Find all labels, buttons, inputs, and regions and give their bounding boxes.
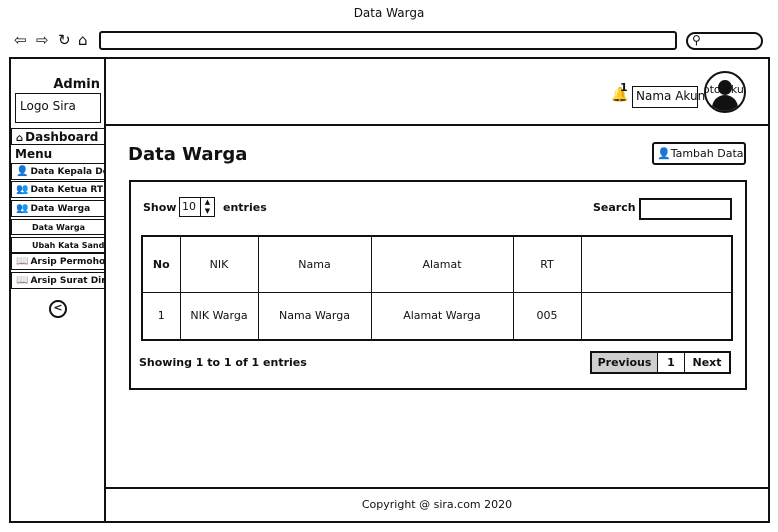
user-icon: 👤 xyxy=(16,166,29,177)
footer: Copyright @ sira.com 2020 xyxy=(106,487,768,521)
entries-value: 10 xyxy=(182,200,196,213)
topbar: 🔔 1 Nama Akun foto akun xyxy=(106,59,768,126)
forward-arrow-icon[interactable]: ⇨ xyxy=(36,31,49,49)
sidebar-subitem-ubah-kata-sandi[interactable]: Ubah Kata Sandi Warga xyxy=(11,237,106,253)
admin-label: Admin xyxy=(53,77,100,92)
users-icon: 👥 xyxy=(16,184,29,195)
sidebar-item-arsip-surat-dinas[interactable]: 📖Arsip Surat Dinas xyxy=(11,272,106,289)
address-bar[interactable] xyxy=(99,31,677,50)
avatar-label: foto akun xyxy=(706,83,744,96)
collapse-sidebar-icon[interactable]: < xyxy=(49,300,67,318)
table-row: 1 NIK Warga Nama Warga Alamat Warga 005 xyxy=(141,291,733,341)
home-icon[interactable]: ⌂ xyxy=(78,31,88,49)
account-name[interactable]: Nama Akun xyxy=(632,86,705,108)
table-cell: 005 xyxy=(512,291,582,341)
notification-count: 1 xyxy=(620,81,628,94)
previous-button[interactable]: Previous xyxy=(592,353,658,372)
sidebar: Admin Logo Sira ⌂ Dashboard Menu 👤 Data Ke… xyxy=(11,59,106,521)
table-cell: Nama Warga xyxy=(257,291,372,341)
table-info: Showing 1 to 1 of 1 entries xyxy=(139,356,307,369)
sidebar-item-data-ketua-rt[interactable]: 👥 Data Ketua RT xyxy=(11,181,106,198)
sidebar-item-label: Arsip Surat Dinas xyxy=(30,276,105,286)
table-cell: NIK Warga xyxy=(179,291,259,341)
avatar-body xyxy=(712,95,738,111)
book-icon: 📖 xyxy=(16,256,29,267)
book-icon: 📖 xyxy=(16,275,29,286)
column-header-nik: NIK xyxy=(179,235,259,293)
users-icon: 👥 xyxy=(16,203,29,214)
add-data-button[interactable]: 👤Tambah Data xyxy=(652,142,746,165)
avatar[interactable]: foto akun xyxy=(704,71,746,113)
entries-stepper[interactable]: 10 ▲ ▼ xyxy=(179,197,215,217)
sidebar-item-label: Data Kepala Desa xyxy=(30,167,105,177)
sidebar-subitem-data-warga[interactable]: Data Warga xyxy=(11,219,106,235)
user-icon: 👤 xyxy=(657,147,671,160)
page-title: Data Warga xyxy=(128,144,248,165)
table-header-row: No NIK Nama Alamat RT xyxy=(141,235,733,293)
back-arrow-icon[interactable]: ⇦ xyxy=(14,31,27,49)
column-header-rt: RT xyxy=(512,235,582,293)
sidebar-item-label: Dashboard xyxy=(25,130,99,144)
column-header-alamat: Alamat xyxy=(370,235,514,293)
browser-search-box[interactable]: ⚲ xyxy=(686,32,763,50)
next-button[interactable]: Next xyxy=(685,353,729,372)
search-label: Search xyxy=(593,201,636,214)
sidebar-item-label: Data Ketua RT xyxy=(30,185,104,195)
logo: Logo Sira xyxy=(15,93,101,123)
sidebar-item-data-kepala-desa[interactable]: 👤Data Kepala Desa xyxy=(11,163,106,180)
sidebar-item-data-warga[interactable]: 👥 Data Warga xyxy=(11,200,106,217)
add-data-label: Tambah Data xyxy=(670,147,744,160)
table-cell-actions xyxy=(580,291,733,341)
data-table-panel: Show 10 ▲ ▼ entries Search No NIK Nama Al… xyxy=(129,180,747,390)
search-icon: ⚲ xyxy=(692,33,701,47)
pagination: Previous 1 Next xyxy=(590,351,731,374)
column-header-actions xyxy=(580,235,733,293)
sidebar-item-dashboard[interactable]: ⌂ Dashboard xyxy=(11,128,106,145)
browser-title: Data Warga xyxy=(353,6,425,20)
refresh-icon[interactable]: ↻ xyxy=(58,31,71,49)
sidebar-item-label: Data Warga xyxy=(30,204,91,214)
data-table: No NIK Nama Alamat RT 1 NIK Warga Nama W… xyxy=(141,235,733,341)
search-input[interactable] xyxy=(639,198,732,220)
column-header-nama: Nama xyxy=(257,235,372,293)
table-cell: Alamat Warga xyxy=(370,291,514,341)
page-1-button[interactable]: 1 xyxy=(658,353,685,372)
spinner-arrows-icon[interactable]: ▲ ▼ xyxy=(200,198,214,216)
table-cell: 1 xyxy=(141,291,181,341)
home-icon: ⌂ xyxy=(16,133,24,144)
entries-label: entries xyxy=(223,201,267,214)
show-label: Show xyxy=(143,201,177,214)
sidebar-item-arsip-permohonan[interactable]: 📖Arsip Permohonan xyxy=(11,253,106,270)
menu-heading: Menu xyxy=(15,147,53,161)
sidebar-item-label: Arsip Permohonan xyxy=(30,257,106,267)
column-header-no: No xyxy=(141,235,181,293)
